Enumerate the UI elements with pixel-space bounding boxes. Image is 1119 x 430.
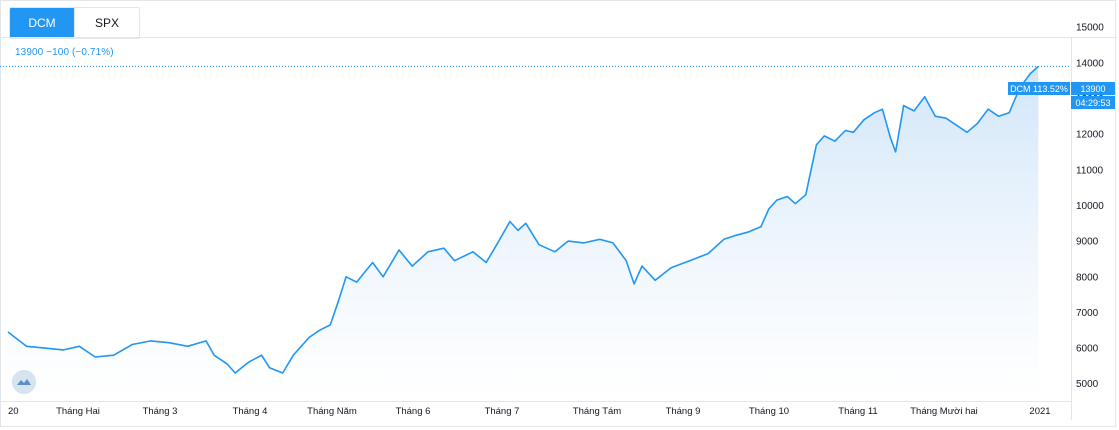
y-tick-label: 7000 [1076,308,1099,319]
x-tick-label: Tháng Tám [573,406,621,417]
y-tick-label: 8000 [1076,272,1099,283]
x-tick-label: Tháng Năm [307,406,357,417]
y-tick-label: 15000 [1076,23,1104,34]
x-tick-label: Tháng 4 [233,406,268,417]
time-axis: 20 Tháng Hai Tháng 3 Tháng 4 Tháng Năm Tháng … [8,406,1051,417]
x-tick-label: Tháng Hai [56,406,100,417]
x-tick-label: Tháng 6 [396,406,431,417]
tradingview-cloud-icon[interactable] [12,370,36,394]
y-tick-label: 14000 [1076,58,1104,69]
cloud-mountain-icon [12,370,36,394]
x-tick-label: Tháng 10 [749,406,789,417]
x-tick-label: 20 [8,406,19,417]
price-tag-value: 13900 [1080,84,1105,94]
x-tick-label: Tháng 11 [838,406,877,417]
x-tick-label: 2021 [1029,406,1050,417]
price-axis: 1500014000130001200011000100009000800070… [1076,23,1104,391]
y-tick-label: 9000 [1076,237,1099,248]
y-tick-label: 6000 [1076,344,1099,355]
price-chart[interactable]: 1500014000130001200011000100009000800070… [0,0,1119,430]
x-tick-label: Tháng Mười hai [910,406,978,417]
y-tick-label: 12000 [1076,130,1104,141]
x-tick-label: Tháng 7 [485,406,520,417]
x-tick-label: Tháng 3 [143,406,178,417]
price-tag-label: DCM 113.52% [1010,84,1068,94]
y-tick-label: 10000 [1076,201,1104,212]
x-tick-label: Tháng 9 [666,406,701,417]
countdown-timer: 04:29:53 [1075,98,1110,108]
y-tick-label: 5000 [1076,379,1099,390]
y-tick-label: 11000 [1076,165,1104,176]
